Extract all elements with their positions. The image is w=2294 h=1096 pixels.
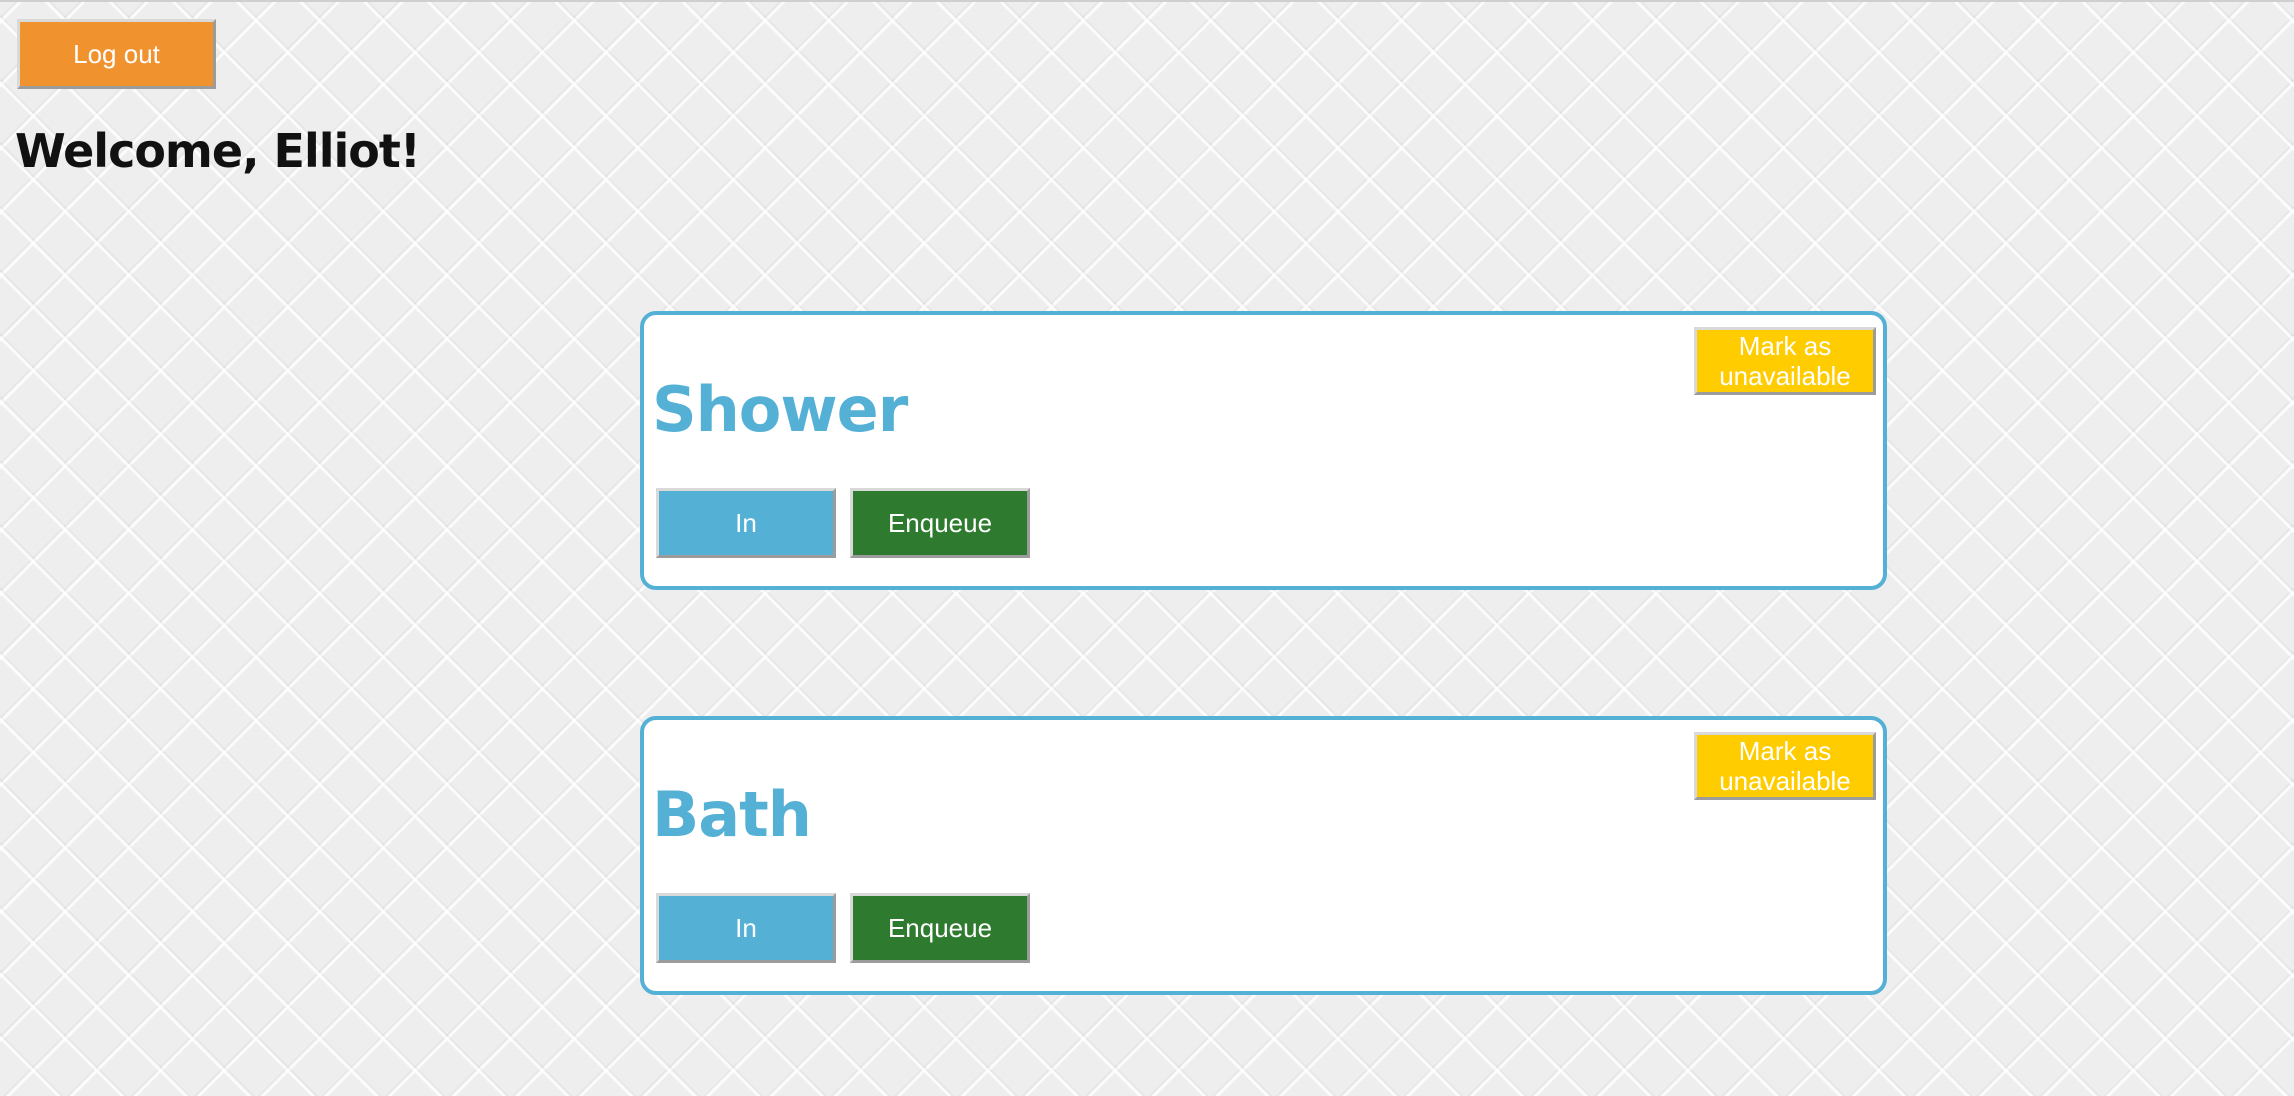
in-button[interactable]: In (656, 893, 836, 963)
room-card-shower: Shower Mark as unavailable In Enqueue (640, 311, 1887, 590)
logout-button[interactable]: Log out (17, 19, 216, 89)
mark-unavailable-button[interactable]: Mark as unavailable (1694, 732, 1876, 800)
enqueue-button[interactable]: Enqueue (850, 893, 1030, 963)
room-title: Shower (652, 373, 908, 446)
room-card-bath: Bath Mark as unavailable In Enqueue (640, 716, 1887, 995)
enqueue-button[interactable]: Enqueue (850, 488, 1030, 558)
room-title: Bath (652, 778, 812, 851)
mark-unavailable-button[interactable]: Mark as unavailable (1694, 327, 1876, 395)
in-button[interactable]: In (656, 488, 836, 558)
top-divider (0, 0, 2294, 2)
welcome-heading: Welcome, Elliot! (15, 124, 421, 178)
